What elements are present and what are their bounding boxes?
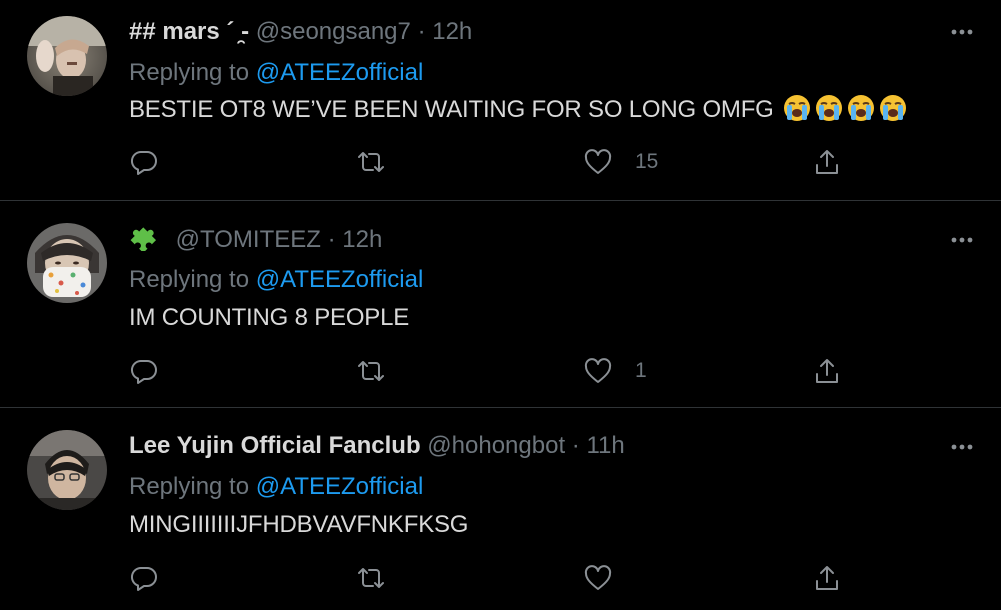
tweet-text: BESTIE OT8 WE’VE BEEN WAITING FOR SO LON… <box>129 92 908 128</box>
tweet[interactable]: ## mars ´ ̯- @seongsang7 · 12h Replying … <box>0 0 1001 200</box>
reply-button[interactable] <box>129 560 159 596</box>
share-icon <box>816 359 838 383</box>
retweet-button[interactable] <box>356 560 386 596</box>
more-icon[interactable] <box>947 230 977 250</box>
tweet-actions: 1 <box>0 353 1001 389</box>
reply-button[interactable] <box>129 353 159 389</box>
puzzle-piece-icon <box>130 227 157 251</box>
timestamp[interactable]: 12h <box>342 226 382 253</box>
replying-to-label: Replying to <box>129 266 250 293</box>
reply-icon <box>130 359 157 384</box>
tweet-actions <box>0 560 1001 596</box>
separator: · <box>571 432 580 459</box>
reply-button[interactable] <box>129 144 159 180</box>
loudly-crying-face-icon <box>848 95 875 121</box>
user-handle[interactable]: @seongsang7 <box>256 18 411 45</box>
tweet-actions: 15 <box>0 144 1001 180</box>
separator: · <box>327 226 336 253</box>
tweet-header: ## mars ´ ̯- @seongsang7 · 12h <box>129 14 472 50</box>
tweet[interactable]: @TOMITEEZ · 12h Replying to @ATEEZoffici… <box>0 201 1001 407</box>
retweet-button[interactable] <box>356 144 386 180</box>
replying-to: Replying to @ATEEZofficial <box>129 263 423 297</box>
like-count: 1 <box>635 359 647 382</box>
retweet-icon <box>358 361 384 381</box>
retweet-button[interactable] <box>356 353 386 389</box>
avatar[interactable] <box>27 16 107 96</box>
heart-icon <box>584 149 612 174</box>
mention-link[interactable]: @ATEEZofficial <box>256 473 424 500</box>
display-name[interactable]: Lee Yujin Official Fanclub <box>129 432 421 459</box>
tweet-text-content: IM COUNTING 8 PEOPLE <box>129 304 410 331</box>
timestamp[interactable]: 12h <box>432 18 472 45</box>
replying-to-label: Replying to <box>129 59 250 86</box>
retweet-icon <box>358 568 384 588</box>
user-handle[interactable]: @hohongbot <box>427 432 565 459</box>
tweet-text: IM COUNTING 8 PEOPLE <box>129 300 409 336</box>
loudly-crying-face-icon <box>816 95 843 121</box>
replying-to-label: Replying to <box>129 473 250 500</box>
tweet-text: MINGIIIIIIIJFHDBVAVFNKFKSG <box>129 507 468 543</box>
mention-link[interactable]: @ATEEZofficial <box>256 266 424 293</box>
share-icon <box>816 150 838 174</box>
tweet-header: Lee Yujin Official Fanclub @hohongbot · … <box>129 428 625 464</box>
retweet-icon <box>358 152 384 172</box>
share-button[interactable] <box>812 144 842 180</box>
tweet-text-content: BESTIE OT8 WE’VE BEEN WAITING FOR SO LON… <box>129 96 774 123</box>
user-handle[interactable]: @TOMITEEZ <box>176 226 321 253</box>
tweet-header: @TOMITEEZ · 12h <box>129 221 382 257</box>
replying-to: Replying to @ATEEZofficial <box>129 470 423 504</box>
tweet-text-content: MINGIIIIIIIJFHDBVAVFNKFKSG <box>129 511 469 538</box>
avatar[interactable] <box>27 430 107 510</box>
loudly-crying-face-icon <box>880 95 907 121</box>
reply-icon <box>130 150 157 175</box>
heart-icon <box>584 565 612 590</box>
more-icon[interactable] <box>947 22 977 42</box>
share-button[interactable] <box>812 353 842 389</box>
mention-link[interactable]: @ATEEZofficial <box>256 59 424 86</box>
like-button[interactable]: 15 <box>583 144 658 180</box>
heart-icon <box>584 358 612 383</box>
loudly-crying-face-icon <box>784 95 811 121</box>
more-icon[interactable] <box>947 437 977 457</box>
display-name[interactable]: ## mars ´ ̯- <box>129 18 249 45</box>
separator: · <box>417 18 426 45</box>
like-count: 15 <box>635 150 659 173</box>
like-button[interactable]: 1 <box>583 353 647 389</box>
reply-icon <box>130 566 157 591</box>
share-button[interactable] <box>812 560 842 596</box>
tweet[interactable]: Lee Yujin Official Fanclub @hohongbot · … <box>0 408 1001 610</box>
replying-to: Replying to @ATEEZofficial <box>129 56 423 90</box>
share-icon <box>816 566 838 590</box>
timestamp[interactable]: 11h <box>586 432 624 459</box>
like-button[interactable] <box>583 560 635 596</box>
avatar[interactable] <box>27 223 107 303</box>
